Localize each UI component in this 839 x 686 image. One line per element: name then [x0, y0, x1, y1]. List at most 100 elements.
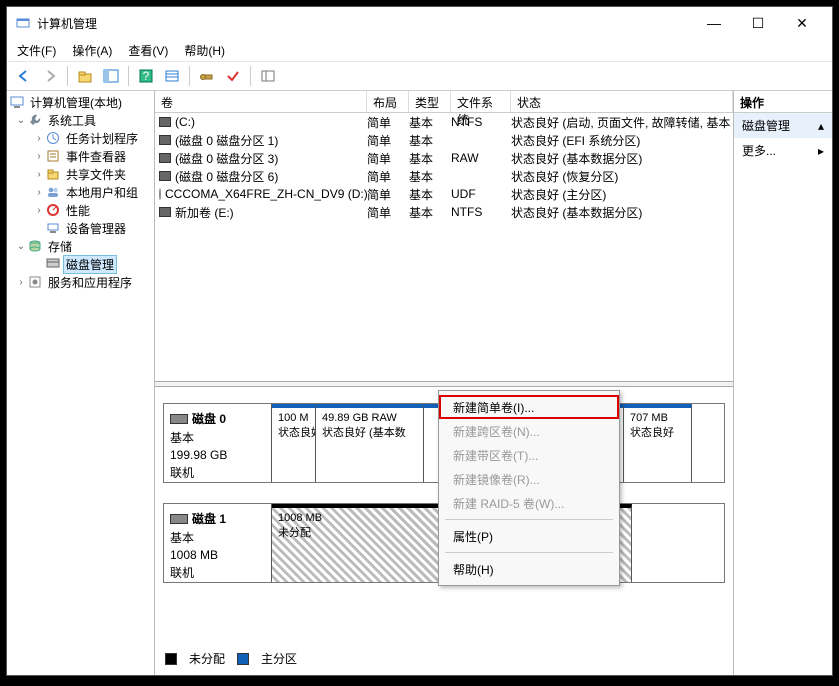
tree-devmgr[interactable]: 设备管理器 — [7, 219, 154, 237]
volume-type: 基本 — [409, 168, 451, 185]
hdd-icon — [159, 171, 171, 181]
partition-status: 状态良好 — [278, 424, 309, 440]
tree-root[interactable]: 计算机管理(本地) — [7, 93, 154, 111]
tree-services[interactable]: › 服务和应用程序 — [7, 273, 154, 291]
volume-name: (磁盘 0 磁盘分区 3) — [175, 150, 278, 167]
hdd-icon — [159, 135, 171, 145]
actions-panel: 操作 磁盘管理 ▴ 更多... ▸ — [734, 91, 832, 675]
tree-tasksched[interactable]: › 任务计划程序 — [7, 129, 154, 147]
caret-right-icon[interactable]: › — [33, 151, 45, 162]
collapse-icon: ▴ — [818, 119, 824, 133]
hdd-icon — [159, 153, 171, 163]
disk-header[interactable]: 磁盘 1基本1008 MB联机 — [164, 504, 272, 582]
volume-row[interactable]: (磁盘 0 磁盘分区 1)简单基本状态良好 (EFI 系统分区) — [155, 131, 733, 149]
tree-sharedfolders[interactable]: › 共享文件夹 — [7, 165, 154, 183]
volume-columns[interactable]: 卷 布局 类型 文件系统 状态 — [155, 91, 733, 113]
perf-icon — [45, 202, 61, 218]
close-button[interactable]: ✕ — [780, 8, 824, 38]
volume-list[interactable]: (C:)简单基本NTFS状态良好 (启动, 页面文件, 故障转储, 基本(磁盘 … — [155, 113, 733, 381]
menu-new-simple[interactable]: 新建简单卷(I)... — [439, 395, 619, 419]
caret-down-icon[interactable]: ⌄ — [15, 115, 27, 126]
volume-layout: 简单 — [367, 186, 409, 203]
partition[interactable]: 49.89 GB RAW状态良好 (基本数 — [316, 404, 424, 482]
volume-row[interactable]: 新加卷 (E:)简单基本NTFS状态良好 (基本数据分区) — [155, 203, 733, 221]
titlebar[interactable]: 计算机管理 — ☐ ✕ — [7, 7, 832, 39]
caret-right-icon[interactable]: › — [15, 277, 27, 288]
folder-share-icon — [45, 166, 61, 182]
menu-properties[interactable]: 属性(P) — [439, 524, 619, 548]
volume-row[interactable]: (磁盘 0 磁盘分区 3)简单基本RAW状态良好 (基本数据分区) — [155, 149, 733, 167]
tree-perf[interactable]: › 性能 — [7, 201, 154, 219]
volume-status: 状态良好 (启动, 页面文件, 故障转储, 基本 — [511, 114, 733, 131]
tree-localusers[interactable]: › 本地用户和组 — [7, 183, 154, 201]
computer-icon — [9, 94, 25, 110]
disk-state: 联机 — [170, 564, 265, 581]
partition-size: 707 MB — [630, 412, 685, 424]
help-button[interactable]: ? — [135, 65, 157, 87]
col-type[interactable]: 类型 — [409, 91, 451, 112]
volume-type: 基本 — [409, 150, 451, 167]
caret-right-icon[interactable]: › — [33, 205, 45, 216]
volume-fs: NTFS — [451, 205, 511, 219]
actions-header: 操作 — [734, 91, 832, 113]
menu-help[interactable]: 帮助(H) — [184, 42, 225, 59]
volume-layout: 简单 — [367, 168, 409, 185]
legend-unalloc-label: 未分配 — [189, 650, 225, 667]
disk-kind: 基本 — [170, 429, 265, 446]
clock-icon — [45, 130, 61, 146]
volume-row[interactable]: CCCOMA_X64FRE_ZH-CN_DV9 (D:)简单基本UDF状态良好 … — [155, 185, 733, 203]
refresh-button[interactable] — [196, 65, 218, 87]
menu-view[interactable]: 查看(V) — [128, 42, 168, 59]
volume-type: 基本 — [409, 186, 451, 203]
context-menu[interactable]: 新建简单卷(I)... 新建跨区卷(N)... 新建带区卷(T)... 新建镜像… — [438, 390, 620, 586]
disk-size: 1008 MB — [170, 548, 265, 562]
partition-size: 49.89 GB RAW — [322, 412, 417, 424]
disk-label: 磁盘 0 — [192, 410, 226, 427]
back-button[interactable] — [13, 65, 35, 87]
col-filesystem[interactable]: 文件系统 — [451, 91, 511, 112]
caret-right-icon[interactable]: › — [33, 169, 45, 180]
tree-diskmgmt[interactable]: 磁盘管理 — [7, 255, 154, 273]
users-icon — [45, 184, 61, 200]
volume-row[interactable]: (磁盘 0 磁盘分区 6)简单基本状态良好 (恢复分区) — [155, 167, 733, 185]
caret-right-icon[interactable]: › — [33, 187, 45, 198]
legend-primary-swatch — [237, 653, 249, 665]
maximize-button[interactable]: ☐ — [736, 8, 780, 38]
caret-down-icon[interactable]: ⌄ — [15, 241, 27, 252]
menu-action[interactable]: 操作(A) — [72, 42, 112, 59]
partition[interactable]: 100 M状态良好 — [272, 404, 316, 482]
services-icon — [27, 274, 43, 290]
show-hide-tree-button[interactable] — [100, 65, 122, 87]
tree-storage[interactable]: ⌄ 存储 — [7, 237, 154, 255]
nav-tree[interactable]: 计算机管理(本地) ⌄ 系统工具 › 任务计划程序 › 事件查看器 › 共享文件… — [7, 91, 155, 675]
col-layout[interactable]: 布局 — [367, 91, 409, 112]
submenu-icon: ▸ — [818, 144, 824, 158]
checkmark-icon[interactable] — [222, 65, 244, 87]
device-icon — [45, 220, 61, 236]
disk-header[interactable]: 磁盘 0基本199.98 GB联机 — [164, 404, 272, 482]
volume-fs: UDF — [451, 187, 511, 201]
partition-status: 状态良好 — [630, 424, 685, 440]
forward-button[interactable] — [39, 65, 61, 87]
actions-diskmgmt[interactable]: 磁盘管理 ▴ — [734, 113, 832, 138]
up-button[interactable] — [74, 65, 96, 87]
tree-eventviewer[interactable]: › 事件查看器 — [7, 147, 154, 165]
minimize-button[interactable]: — — [692, 8, 736, 38]
menu-file[interactable]: 文件(F) — [17, 42, 56, 59]
svg-text:?: ? — [143, 69, 150, 83]
volume-row[interactable]: (C:)简单基本NTFS状态良好 (启动, 页面文件, 故障转储, 基本 — [155, 113, 733, 131]
col-volume[interactable]: 卷 — [155, 91, 367, 112]
volume-fs: NTFS — [451, 115, 511, 129]
list-view-button[interactable] — [257, 65, 279, 87]
volume-type: 基本 — [409, 132, 451, 149]
actions-more[interactable]: 更多... ▸ — [734, 138, 832, 163]
detail-view-button[interactable] — [161, 65, 183, 87]
menu-new-raid5: 新建 RAID-5 卷(W)... — [439, 491, 619, 515]
partition[interactable]: 707 MB状态良好 — [624, 404, 692, 482]
col-status[interactable]: 状态 — [511, 91, 733, 112]
legend: 未分配 主分区 — [165, 650, 297, 667]
menu-new-mirror: 新建镜像卷(R)... — [439, 467, 619, 491]
menu-help[interactable]: 帮助(H) — [439, 557, 619, 581]
tree-systools[interactable]: ⌄ 系统工具 — [7, 111, 154, 129]
caret-right-icon[interactable]: › — [33, 133, 45, 144]
